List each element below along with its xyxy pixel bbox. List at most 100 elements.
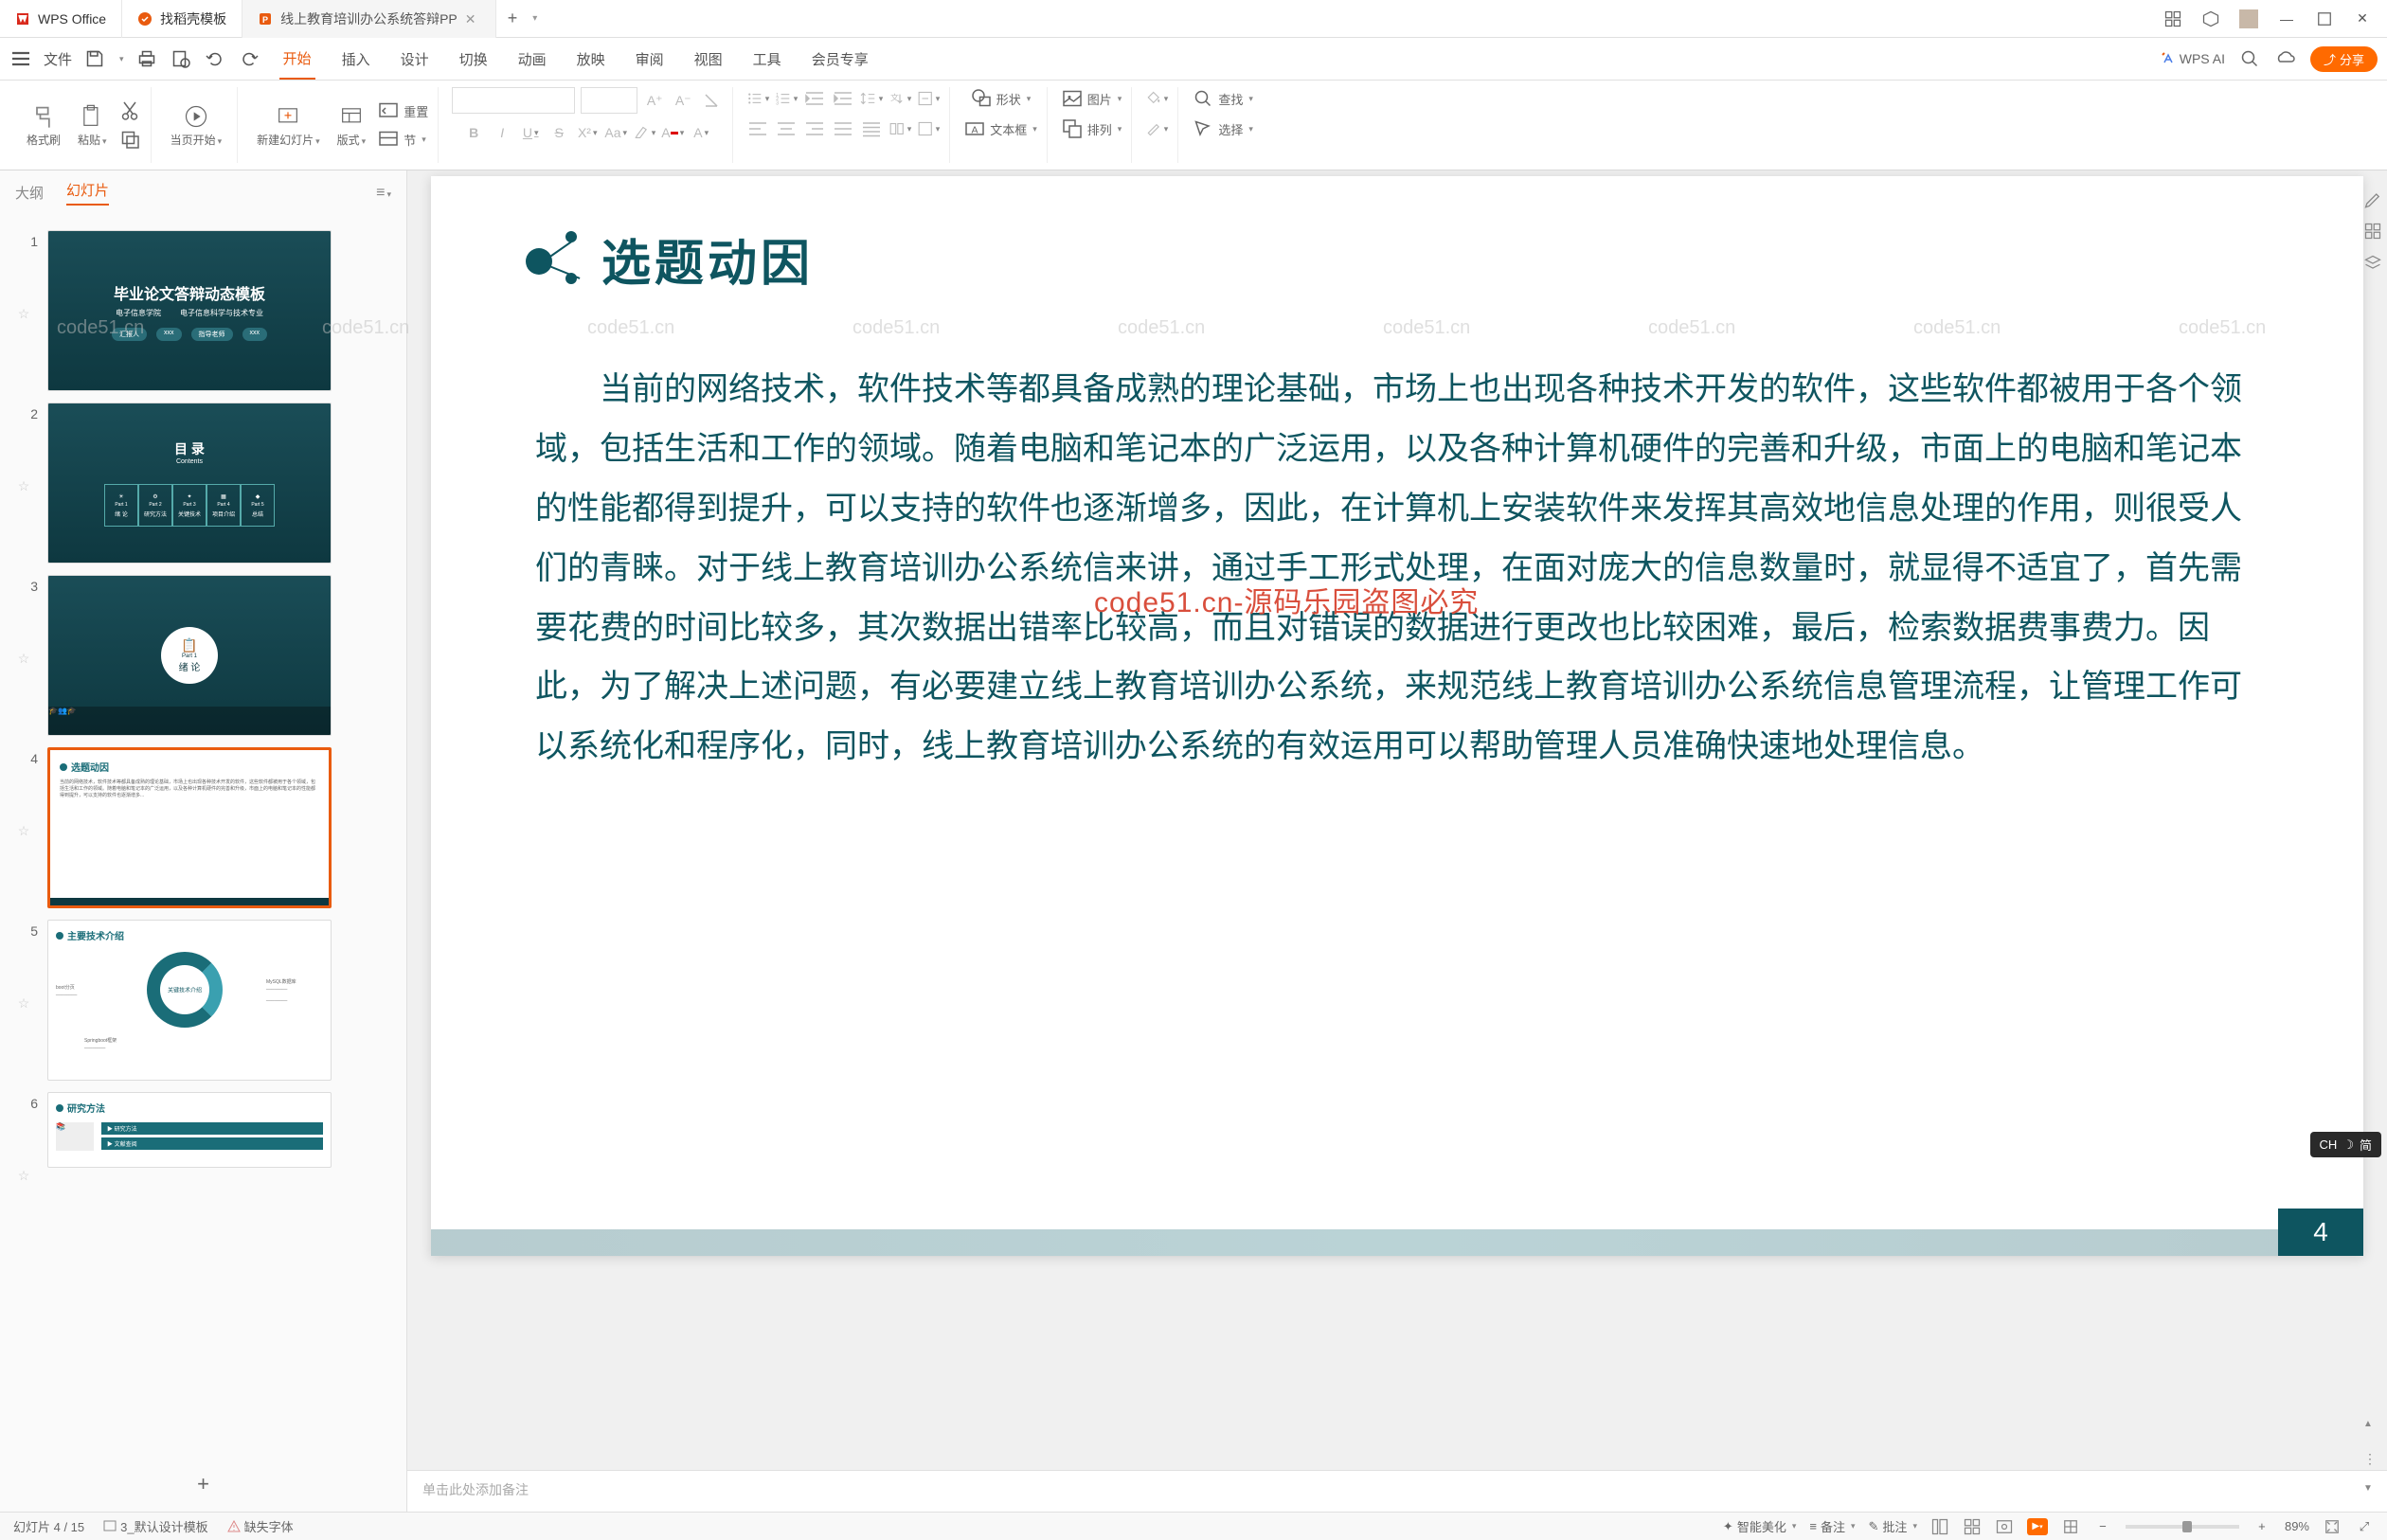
tab-view[interactable]: 视图	[691, 40, 727, 79]
star-icon[interactable]: ☆	[18, 995, 30, 1012]
picture-button[interactable]: 图片▾	[1061, 87, 1122, 110]
maximize-icon[interactable]	[2315, 9, 2334, 28]
star-icon[interactable]: ☆	[18, 306, 30, 322]
app-tab[interactable]: WPS Office	[0, 0, 122, 38]
tab-member[interactable]: 会员专享	[808, 40, 872, 79]
undo-icon[interactable]	[204, 47, 226, 70]
thumbnail-5[interactable]: 主要技术介绍 boot分页________ 关键技术介绍 MySQL数据库___…	[47, 920, 332, 1081]
slideshow-button[interactable]: ▶▾	[2027, 1518, 2048, 1535]
reading-view-icon[interactable]	[1995, 1517, 2014, 1536]
italic-icon[interactable]: I	[491, 121, 513, 144]
zoom-slider[interactable]	[2126, 1525, 2239, 1529]
layers-icon[interactable]	[2363, 254, 2382, 273]
template-indicator[interactable]: 3_默认设计模板	[103, 1517, 207, 1535]
print-icon[interactable]	[135, 47, 158, 70]
tab-animation[interactable]: 动画	[514, 40, 550, 79]
redo-icon[interactable]	[238, 47, 260, 70]
thumbnail-4[interactable]: 选题动因 当前的网络技术，软件技术等都具备成熟的理论基础，市场上也出现各种技术开…	[47, 747, 332, 908]
slide-counter[interactable]: 幻灯片 4 / 15	[13, 1517, 84, 1535]
slide-wrap[interactable]: 选题动因 当前的网络技术，软件技术等都具备成熟的理论基础，市场上也出现各种技术开…	[407, 170, 2387, 1470]
new-tab-dropdown[interactable]: ▾	[532, 13, 537, 24]
align-left-icon[interactable]	[746, 117, 769, 140]
notes-pane[interactable]: 单击此处添加备注	[407, 1470, 2387, 1512]
section-button[interactable]: 节▾	[377, 128, 428, 151]
increase-indent-icon[interactable]	[832, 87, 854, 110]
underline-icon[interactable]: U▾	[519, 121, 542, 144]
decrease-font-icon[interactable]: A⁻	[672, 89, 694, 112]
tab-document[interactable]: P 线上教育培训办公系统答辩PP ✕	[242, 0, 496, 38]
decrease-indent-icon[interactable]	[803, 87, 826, 110]
menu-icon[interactable]	[9, 47, 32, 70]
align-justify-icon[interactable]	[832, 117, 854, 140]
add-slide-button[interactable]: +	[0, 1457, 406, 1512]
fit-window-icon[interactable]	[2323, 1517, 2342, 1536]
reset-button[interactable]: 重置	[377, 99, 428, 122]
star-icon[interactable]: ☆	[18, 1168, 30, 1184]
tab-tools[interactable]: 工具	[749, 40, 785, 79]
font-size-select[interactable]	[581, 87, 637, 114]
down-arrow-icon[interactable]: ▼	[2363, 1483, 2382, 1502]
new-tab-button[interactable]: +	[496, 9, 529, 28]
copy-icon[interactable]	[118, 128, 141, 151]
wps-ai-button[interactable]: WPS AI	[2161, 51, 2225, 66]
thumbnail-3[interactable]: 📋 Part 1 绪 论 🎓👥🎓	[47, 575, 332, 736]
tab-design[interactable]: 设计	[397, 40, 433, 79]
tab-slideshow[interactable]: 放映	[573, 40, 609, 79]
star-icon[interactable]: ☆	[18, 478, 30, 494]
share-button[interactable]: ⤴ 分享	[2310, 46, 2378, 72]
normal-view-icon[interactable]	[1930, 1517, 1949, 1536]
change-case-icon[interactable]: Aa▾	[604, 121, 627, 144]
grid-tool-icon[interactable]	[2061, 1517, 2080, 1536]
strikethrough-icon[interactable]: S	[547, 121, 570, 144]
pencil-icon[interactable]	[2363, 189, 2382, 208]
select-button[interactable]: 选择▾	[1192, 117, 1253, 140]
text-effects-icon[interactable]: A▾	[690, 121, 712, 144]
close-window-icon[interactable]: ✕	[2353, 9, 2372, 28]
save-dropdown[interactable]: ▾	[119, 54, 124, 64]
text-direction-icon[interactable]: 文▾	[888, 87, 911, 110]
thumbnail-6[interactable]: 研究方法 📚 ▶ 研究方法 ▶ 文献查阅	[47, 1092, 332, 1168]
tab-transition[interactable]: 切换	[456, 40, 492, 79]
arrange-button[interactable]: 排列▾	[1061, 117, 1122, 140]
file-menu[interactable]: 文件	[44, 49, 72, 69]
cloud-icon[interactable]	[2274, 47, 2297, 70]
search-icon[interactable]	[2238, 47, 2261, 70]
missing-font-indicator[interactable]: 缺失字体	[227, 1517, 294, 1535]
layout-button[interactable]: 版式▾	[332, 99, 372, 152]
panel-menu-icon[interactable]: ≡▾	[376, 185, 391, 202]
box-icon[interactable]	[2201, 9, 2220, 28]
save-icon[interactable]	[83, 47, 106, 70]
numbering-icon[interactable]: 123▾	[775, 87, 798, 110]
tab-insert[interactable]: 插入	[338, 40, 374, 79]
highlight-icon[interactable]: ▾	[633, 121, 655, 144]
font-family-select[interactable]	[452, 87, 575, 114]
outline-icon[interactable]: ▾	[1145, 117, 1168, 140]
print-preview-icon[interactable]	[170, 47, 192, 70]
sorter-view-icon[interactable]	[1963, 1517, 1982, 1536]
find-button[interactable]: 查找▾	[1192, 87, 1253, 110]
bold-icon[interactable]: B	[462, 121, 485, 144]
up-arrow-icon[interactable]: ▲	[2363, 1419, 2382, 1438]
tab-review[interactable]: 审阅	[632, 40, 668, 79]
app-menu-icon[interactable]	[2163, 9, 2182, 28]
tab-templates[interactable]: 找稻壳模板	[122, 0, 242, 38]
zoom-in-icon[interactable]: +	[2252, 1517, 2271, 1536]
textbox-button[interactable]: A 文本框▾	[963, 117, 1037, 140]
outline-tab[interactable]: 大纲	[15, 183, 44, 203]
slide-canvas[interactable]: 选题动因 当前的网络技术，软件技术等都具备成熟的理论基础，市场上也出现各种技术开…	[431, 176, 2363, 1256]
from-current-button[interactable]: 当页开始▾	[165, 99, 228, 152]
line-spacing-icon[interactable]: ▾	[860, 87, 883, 110]
tab-home[interactable]: 开始	[279, 39, 315, 80]
slide-body-text[interactable]: 当前的网络技术，软件技术等都具备成熟的理论基础，市场上也出现各种技术开发的软件，…	[526, 342, 2269, 797]
paste-button[interactable]: 粘贴▾	[72, 99, 113, 152]
zoom-out-icon[interactable]: −	[2093, 1517, 2112, 1536]
avatar-icon[interactable]	[2239, 9, 2258, 28]
align-center-icon[interactable]	[775, 117, 798, 140]
close-icon[interactable]: ✕	[465, 11, 480, 27]
format-painter-button[interactable]: 格式刷	[21, 99, 66, 152]
fill-icon[interactable]: ▾	[1145, 87, 1168, 110]
smart-beautify-button[interactable]: ✦ 智能美化▾	[1723, 1517, 1796, 1535]
columns-icon[interactable]: ▾	[888, 117, 911, 140]
clear-format-icon[interactable]	[700, 89, 723, 112]
distribute-icon[interactable]	[860, 117, 883, 140]
